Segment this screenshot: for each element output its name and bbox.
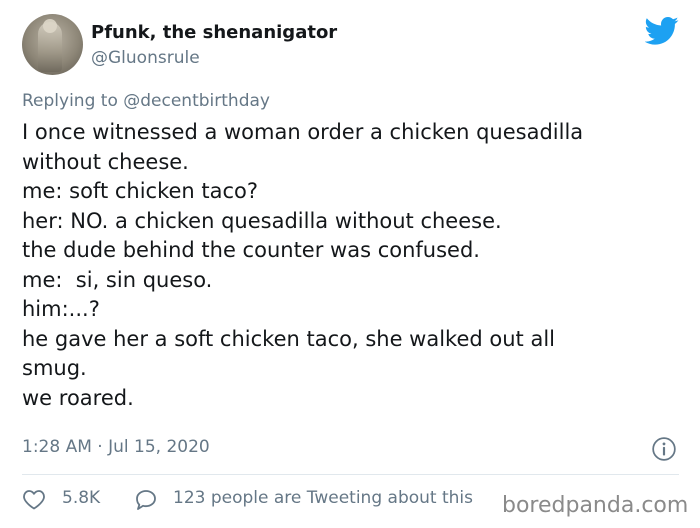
replying-to: Replying to @decentbirthday [22, 91, 270, 111]
divider [22, 474, 679, 475]
tweet-timestamp[interactable]: 1:28 AM · Jul 15, 2020 [22, 437, 210, 457]
tweet-line: me: si, sin queso. [22, 267, 213, 292]
tweet-line: I once witnessed a woman order a chicken… [22, 120, 584, 144]
tweet-text: I once witnessed a woman order a chicken… [22, 118, 682, 413]
avatar[interactable] [22, 14, 83, 75]
tweet-line: we roared. [22, 385, 134, 410]
tweeting-about-link[interactable]: 123 people are Tweeting about this [173, 488, 473, 508]
author-display-name[interactable]: Pfunk, the shenanigator [91, 22, 337, 43]
like-count[interactable]: 5.8K [62, 488, 100, 508]
author-handle[interactable]: @Gluonsrule [91, 48, 200, 68]
reply-mention-link[interactable]: @decentbirthday [123, 91, 270, 111]
tweet-line: he gave her a soft chicken taco, she wal… [22, 326, 555, 351]
speech-bubble-icon[interactable] [134, 488, 158, 512]
watermark: boredpanda.com [502, 493, 689, 518]
tweet-line: him:...? [22, 297, 100, 321]
twitter-bird-icon[interactable] [645, 16, 679, 46]
heart-icon[interactable] [22, 488, 46, 510]
tweet-line: her: NO. a chicken quesadilla without ch… [22, 208, 502, 233]
avatar-figure-head [43, 19, 57, 33]
tweet-line: smug. [22, 356, 87, 380]
info-icon[interactable] [651, 436, 677, 462]
tweet-line: without cheese. [22, 149, 189, 174]
replying-to-prefix: Replying to [22, 91, 124, 111]
tweet-line: the dude behind the counter was confused… [22, 238, 480, 262]
tweet-line: me: soft chicken taco? [22, 179, 259, 203]
